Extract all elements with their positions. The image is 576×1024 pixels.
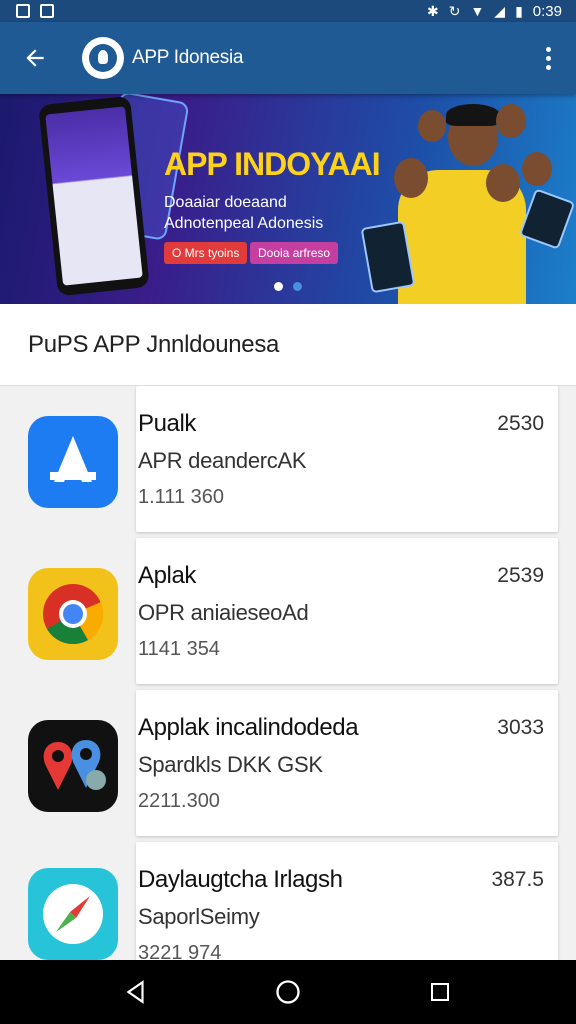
person-head: [522, 152, 552, 186]
app-subtitle: Spardkls DKK GSK: [138, 752, 323, 777]
person-head: [496, 104, 526, 138]
banner-pager: [0, 282, 576, 291]
list-item[interactable]: Daylaugtcha Irlagsh SaporlSeimy 3221 974…: [0, 842, 576, 960]
banner-subtext: Doaaiar doeaand Adnotenpeal Adonesis: [164, 192, 323, 234]
app-bar: APP Idonesia: [0, 22, 576, 94]
app-subtitle: SaporlSeimy: [138, 904, 260, 929]
image-notification-icon: [16, 4, 30, 18]
compass-icon: [28, 868, 118, 960]
app-name: Applak incalindodeda: [138, 714, 359, 741]
arrow-back-icon: [26, 49, 44, 67]
app-meta: 3221 974: [138, 942, 222, 960]
app-name: Aplak: [138, 562, 197, 589]
list-item[interactable]: Pualk APR deandercAK 1.111 360 2530: [0, 386, 576, 538]
overflow-menu-button[interactable]: [520, 22, 576, 94]
status-right-icons: ✱ ↻ ▼ ◢ ▮ 0:39: [427, 3, 562, 20]
file-notification-icon: [40, 4, 54, 18]
status-time: 0:39: [532, 2, 562, 20]
app-title: APP Idonesia: [132, 47, 244, 68]
bluetooth-icon: ✱: [426, 3, 439, 19]
person-head: [418, 110, 446, 142]
signal-icon: ◢: [494, 3, 506, 19]
app-meta: 2211.300: [138, 790, 220, 812]
person-head: [486, 164, 520, 202]
list-item[interactable]: Aplak OPR aniaieseoAd 1141 354 2539: [0, 538, 576, 690]
banner-button-1[interactable]: O Mrs tyoins: [164, 242, 248, 264]
sync-icon: ↻: [448, 3, 461, 19]
maps-pin-icon: [28, 720, 118, 812]
app-count: 387.5: [491, 868, 544, 891]
person-hair: [446, 104, 500, 126]
person-head: [394, 158, 428, 198]
app-name: Pualk: [138, 410, 197, 437]
phone-illustration: [518, 188, 576, 250]
back-button[interactable]: [0, 22, 70, 94]
phone-screen: [45, 106, 143, 286]
banner-button-2[interactable]: Dooia arfreso: [250, 242, 339, 264]
wifi-icon: ▼: [470, 3, 485, 19]
triangle-back-icon: [126, 980, 144, 1004]
square-recents-icon: [431, 983, 449, 1001]
nav-home-button[interactable]: [258, 962, 318, 1022]
pager-dot-active[interactable]: [274, 282, 283, 291]
circle-home-icon: [276, 980, 300, 1004]
system-nav-bar: [0, 960, 576, 1024]
battery-icon: ▮: [515, 3, 523, 19]
app-store-icon: [28, 416, 118, 508]
app-count: 2530: [497, 412, 544, 435]
chrome-icon: [28, 568, 118, 660]
dot-icon: [545, 46, 551, 52]
list-item[interactable]: Applak incalindodeda Spardkls DKK GSK 22…: [0, 690, 576, 842]
nav-back-button[interactable]: [106, 962, 166, 1022]
app-name: Daylaugtcha Irlagsh: [138, 866, 343, 893]
status-bar: ✱ ↻ ▼ ◢ ▮ 0:39: [0, 0, 576, 22]
dot-icon: [545, 55, 551, 61]
dot-icon: [545, 64, 551, 70]
app-logo-mark-icon: [89, 44, 117, 72]
app-count: 2539: [497, 564, 544, 587]
app-meta: 1141 354: [138, 638, 220, 660]
pager-dot[interactable]: [293, 282, 302, 291]
app-list: Pualk APR deandercAK 1.111 360 2530 Apla…: [0, 386, 576, 960]
app-count: 3033: [497, 716, 544, 739]
banner-line-1: Doaaiar doeaand: [164, 194, 287, 211]
app-subtitle: OPR aniaieseoAd: [138, 600, 309, 625]
app-meta: 1.111 360: [138, 486, 225, 508]
app-subtitle: APR deandercAK: [138, 448, 307, 473]
nav-recents-button[interactable]: [410, 962, 470, 1022]
banner-line-2: Adnotenpeal Adonesis: [164, 215, 324, 232]
section-title: PuPS APP Jnnldounesa: [0, 304, 576, 386]
app-logo: [82, 37, 124, 79]
status-left-icons: [16, 4, 54, 18]
promo-banner[interactable]: APP INDOYAAI Doaaiar doeaand Adnotenpeal…: [0, 94, 576, 304]
banner-headline: APP INDOYAAI: [164, 146, 381, 182]
